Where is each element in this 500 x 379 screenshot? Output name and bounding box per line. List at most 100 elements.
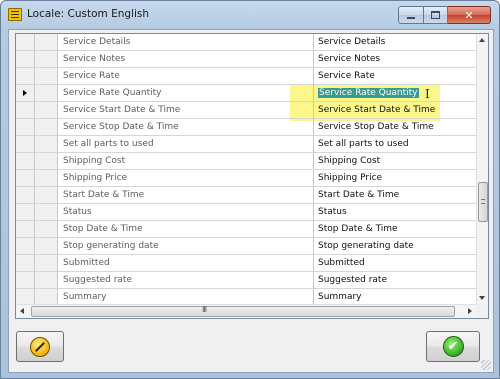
value-cell[interactable]: Service Stop Date & Time xyxy=(314,119,476,136)
value-cell[interactable]: Service Rate xyxy=(314,68,476,85)
minimize-icon xyxy=(407,17,415,19)
scroll-right-arrow-icon[interactable] xyxy=(468,308,472,314)
locale-strings-grid[interactable]: Service Details Service Details Service No… xyxy=(15,33,489,319)
row-header[interactable] xyxy=(16,289,35,304)
row-spacer-cell xyxy=(35,289,58,304)
caption-buttons: ✕ xyxy=(398,6,491,24)
grid-rows: Service Details Service Details Service No… xyxy=(16,34,476,304)
table-row[interactable]: Service Start Date & Time Service Start D… xyxy=(16,102,476,119)
ok-button[interactable]: ✔ xyxy=(426,331,480,362)
resize-grip-icon[interactable] xyxy=(481,360,491,370)
horizontal-scroll-thumb[interactable]: III xyxy=(31,305,455,317)
row-spacer-cell xyxy=(35,204,58,221)
table-row[interactable]: Set all parts to used Set all parts to us… xyxy=(16,136,476,153)
row-spacer-cell xyxy=(35,85,58,102)
value-cell[interactable]: Submitted xyxy=(314,255,476,272)
row-header[interactable] xyxy=(16,136,35,153)
row-header[interactable] xyxy=(16,119,35,136)
table-row[interactable]: Status Status xyxy=(16,204,476,221)
grip-icon: III xyxy=(202,305,207,314)
key-cell: Shipping Cost xyxy=(58,153,314,170)
value-cell[interactable]: Shipping Price xyxy=(314,170,476,187)
row-spacer-cell xyxy=(35,221,58,238)
current-row-pointer-icon xyxy=(23,90,27,96)
value-cell[interactable]: Start Date & Time xyxy=(314,187,476,204)
row-header[interactable] xyxy=(16,34,35,51)
key-cell: Submitted xyxy=(58,255,314,272)
maximize-icon xyxy=(431,11,440,19)
row-spacer-cell xyxy=(35,170,58,187)
row-header[interactable] xyxy=(16,153,35,170)
table-row[interactable]: Stop generating date Stop generating date xyxy=(16,238,476,255)
row-header[interactable] xyxy=(16,221,35,238)
cancel-circle-icon xyxy=(30,336,50,357)
scroll-left-arrow-icon[interactable] xyxy=(20,308,24,314)
value-cell[interactable]: Status xyxy=(314,204,476,221)
app-window-icon xyxy=(8,8,22,21)
table-row[interactable]: Summary Summary xyxy=(16,289,476,304)
value-cell[interactable]: Shipping Cost xyxy=(314,153,476,170)
value-cell[interactable]: Service Start Date & Time xyxy=(314,102,476,119)
text-cursor-icon: I xyxy=(425,87,430,101)
row-header[interactable] xyxy=(16,187,35,204)
value-cell[interactable]: Stop Date & Time xyxy=(314,221,476,238)
row-header[interactable] xyxy=(16,102,35,119)
value-cell[interactable]: Set all parts to used xyxy=(314,136,476,153)
selected-text[interactable]: Service Rate Quantity xyxy=(318,88,419,98)
grip-icon xyxy=(481,199,485,204)
key-cell: Stop generating date xyxy=(58,238,314,255)
maximize-button[interactable] xyxy=(424,6,448,24)
key-cell: Shipping Price xyxy=(58,170,314,187)
row-spacer-cell xyxy=(35,238,58,255)
row-header[interactable] xyxy=(16,272,35,289)
value-cell[interactable]: Stop generating date xyxy=(314,238,476,255)
vertical-scroll-thumb[interactable] xyxy=(478,182,488,222)
row-spacer-cell xyxy=(35,102,58,119)
table-row[interactable]: Suggested rate Suggested rate xyxy=(16,272,476,289)
table-row[interactable]: Service Stop Date & Time Service Stop Dat… xyxy=(16,119,476,136)
dialog-client-area: Service Details Service Details Service No… xyxy=(8,29,494,373)
table-row[interactable]: Service Rate Service Rate xyxy=(16,68,476,85)
value-cell[interactable]: Summary xyxy=(314,289,476,304)
table-row[interactable]: Service Rate Quantity Service Rate Quanti… xyxy=(16,85,476,102)
table-row[interactable]: Start Date & Time Start Date & Time xyxy=(16,187,476,204)
row-header[interactable] xyxy=(16,204,35,221)
table-row[interactable]: Shipping Price Shipping Price xyxy=(16,170,476,187)
row-header[interactable] xyxy=(16,68,35,85)
value-cell[interactable]: Suggested rate xyxy=(314,272,476,289)
row-header[interactable] xyxy=(16,85,35,102)
table-row[interactable]: Submitted Submitted xyxy=(16,255,476,272)
table-row[interactable]: Shipping Cost Shipping Cost xyxy=(16,153,476,170)
key-cell: Suggested rate xyxy=(58,272,314,289)
row-spacer-cell xyxy=(35,136,58,153)
row-header[interactable] xyxy=(16,170,35,187)
locale-dialog-window: Locale: Custom English ✕ Service Details… xyxy=(0,0,500,379)
value-edit-cell[interactable]: Service Rate Quantity I xyxy=(314,85,476,102)
row-header[interactable] xyxy=(16,51,35,68)
title-bar[interactable]: Locale: Custom English ✕ xyxy=(1,1,499,28)
cancel-button[interactable] xyxy=(16,331,64,362)
row-spacer-cell xyxy=(35,272,58,289)
window-title: Locale: Custom English xyxy=(27,8,150,20)
table-row[interactable]: Service Details Service Details xyxy=(16,34,476,51)
value-cell[interactable]: Service Notes xyxy=(314,51,476,68)
vertical-scrollbar[interactable] xyxy=(476,34,488,304)
key-cell: Service Notes xyxy=(58,51,314,68)
key-cell: Summary xyxy=(58,289,314,304)
minimize-button[interactable] xyxy=(398,6,424,24)
row-spacer-cell xyxy=(35,153,58,170)
key-cell: Stop Date & Time xyxy=(58,221,314,238)
close-button[interactable]: ✕ xyxy=(448,6,491,24)
table-row[interactable]: Stop Date & Time Stop Date & Time xyxy=(16,221,476,238)
row-header[interactable] xyxy=(16,255,35,272)
row-spacer-cell xyxy=(35,255,58,272)
key-cell: Service Start Date & Time xyxy=(58,102,314,119)
horizontal-scrollbar[interactable]: III xyxy=(16,304,476,318)
value-cell[interactable]: Service Details xyxy=(314,34,476,51)
ok-checkmark-icon: ✔ xyxy=(442,336,464,357)
row-spacer-cell xyxy=(35,119,58,136)
scroll-down-arrow-icon[interactable] xyxy=(479,296,485,300)
table-row[interactable]: Service Notes Service Notes xyxy=(16,51,476,68)
row-header[interactable] xyxy=(16,238,35,255)
scroll-up-arrow-icon[interactable] xyxy=(479,38,485,42)
